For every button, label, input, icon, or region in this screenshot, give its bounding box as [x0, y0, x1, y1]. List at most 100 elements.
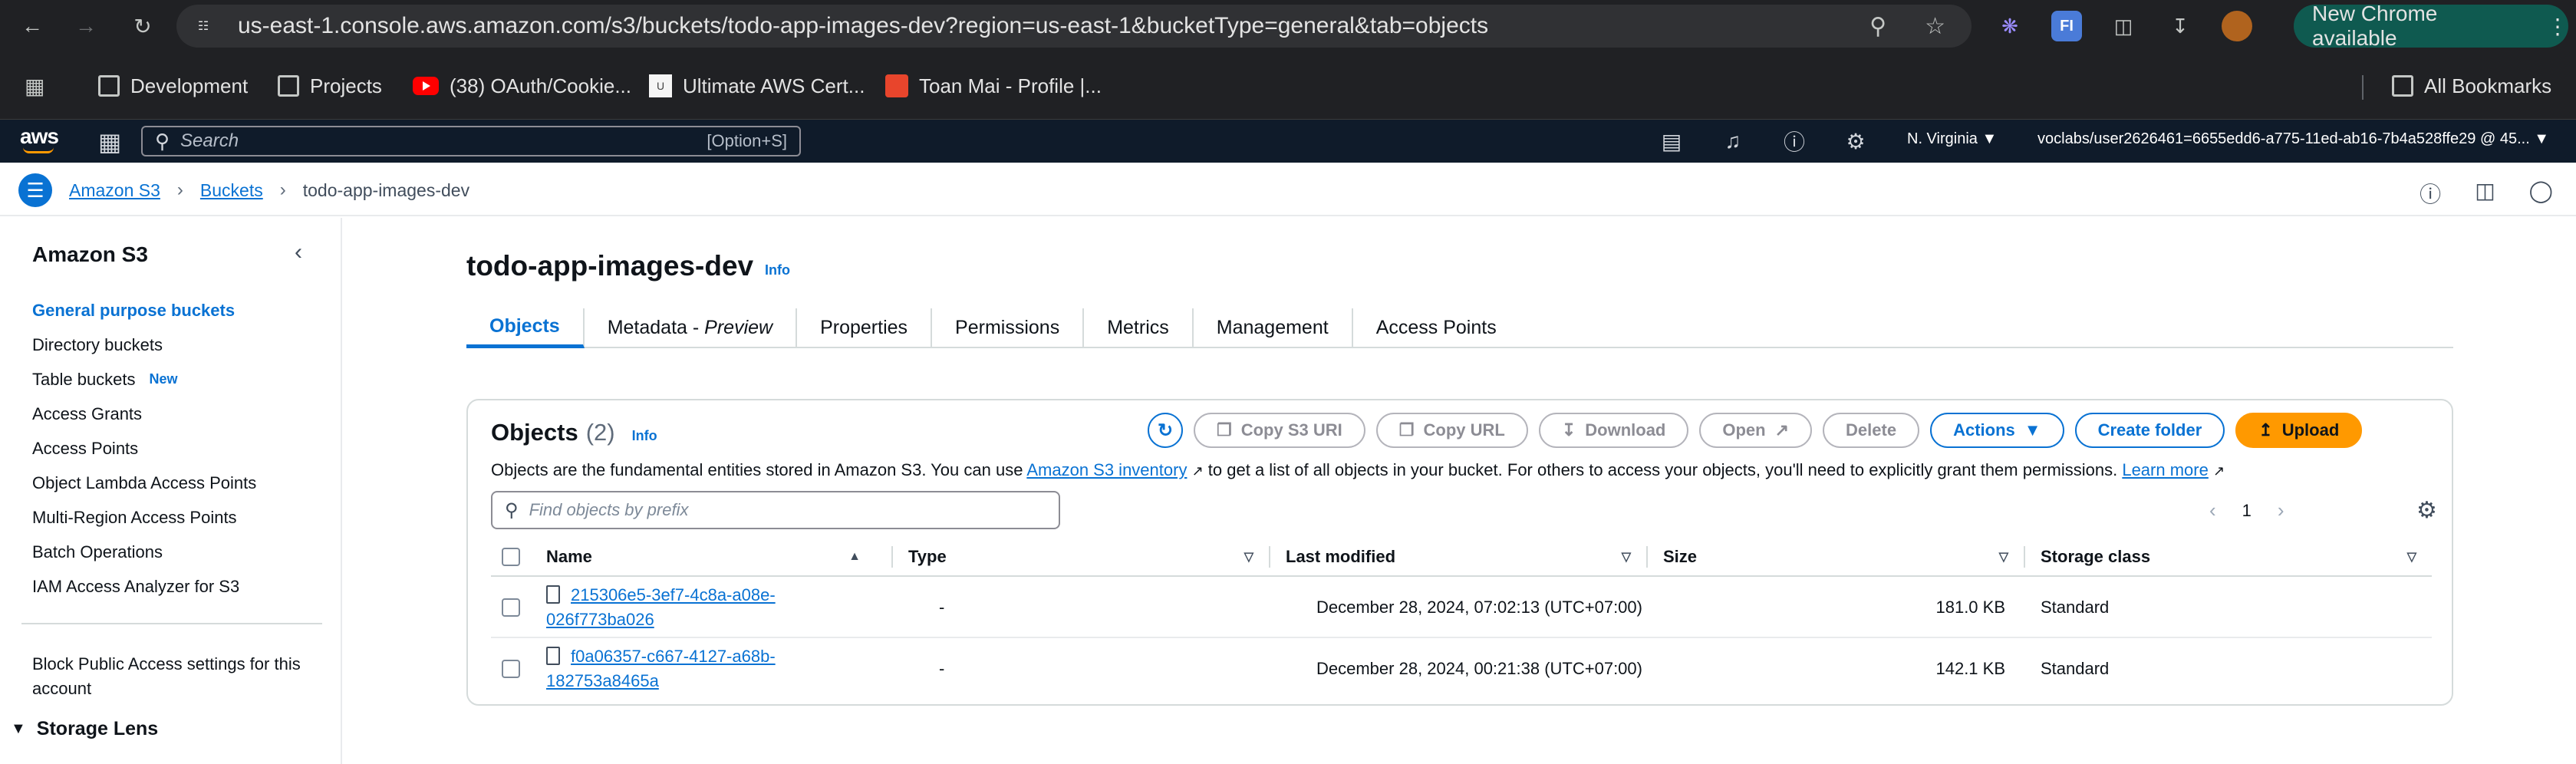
- services-grid-icon[interactable]: ▦: [98, 127, 121, 156]
- checkbox[interactable]: [502, 660, 520, 678]
- object-size: 181.0 KB: [1935, 598, 2005, 617]
- apps-grid-icon[interactable]: ▦: [25, 74, 48, 98]
- profile-avatar[interactable]: [2222, 11, 2252, 41]
- extension-gear-icon[interactable]: ❋: [1995, 11, 2025, 41]
- button-label: Download: [1585, 420, 1666, 440]
- breadcrumb-buckets[interactable]: Buckets: [200, 180, 263, 201]
- column-last-modified[interactable]: Last modified ▽: [1286, 537, 1646, 577]
- close-sidebar-icon[interactable]: ‹: [295, 239, 302, 265]
- objects-info-link[interactable]: Info: [632, 428, 657, 444]
- url-text[interactable]: us-east-1.console.aws.amazon.com/s3/buck…: [238, 13, 1488, 39]
- column-divider[interactable]: [1646, 546, 1648, 568]
- row-select[interactable]: [502, 638, 520, 700]
- sidebar-item-label: Access Points: [32, 438, 139, 458]
- column-storage-class[interactable]: Storage class ▽: [2041, 537, 2424, 577]
- help-icon[interactable]: ⓘ: [1784, 126, 1805, 156]
- extension-fi-icon[interactable]: FI: [2051, 11, 2082, 41]
- bookmark-oauth[interactable]: (38) OAuth/Cookie...: [413, 72, 631, 100]
- objects-heading: Objects: [491, 419, 578, 446]
- sidebar-item-batch-operations[interactable]: Batch Operations: [32, 535, 324, 569]
- star-icon[interactable]: ☆: [1925, 13, 1945, 40]
- column-size[interactable]: Size ▽: [1663, 537, 2024, 577]
- copy-url-button[interactable]: ❐ Copy URL: [1375, 413, 1528, 448]
- hamburger-menu-icon[interactable]: ☰: [18, 173, 52, 207]
- tab-management[interactable]: Management: [1194, 308, 1353, 347]
- sidebar-item-iam-access-analyzer[interactable]: IAM Access Analyzer for S3: [32, 569, 324, 604]
- bucket-info-link[interactable]: Info: [765, 262, 790, 278]
- sidebar-title[interactable]: Amazon S3: [32, 242, 148, 267]
- checkbox[interactable]: [502, 598, 520, 617]
- tab-permissions[interactable]: Permissions: [932, 308, 1085, 347]
- tab-access-points[interactable]: Access Points: [1353, 308, 1520, 347]
- feedback-icon[interactable]: ◯: [2529, 178, 2553, 209]
- upload-button[interactable]: ↥ Upload: [2235, 413, 2363, 448]
- s3-inventory-link[interactable]: Amazon S3 inventory: [1026, 460, 1187, 479]
- region-selector[interactable]: N. Virginia ▼: [1907, 130, 1997, 148]
- download-icon[interactable]: ↧: [2165, 11, 2196, 41]
- bookmark-all[interactable]: All Bookmarks: [2392, 72, 2551, 100]
- open-button[interactable]: Open ↗: [1699, 413, 1813, 448]
- bookmarks-bar: ▦ Development Projects (38) OAuth/Cookie…: [0, 52, 2576, 120]
- select-all-checkbox[interactable]: [502, 537, 520, 577]
- sidebar-item-object-lambda[interactable]: Object Lambda Access Points: [32, 466, 324, 500]
- split-panel-icon[interactable]: ◫: [2475, 178, 2495, 209]
- reload-button[interactable]: ↻: [127, 11, 158, 41]
- site-info-icon[interactable]: ☷: [192, 15, 215, 38]
- sidebar-item-access-grants[interactable]: Access Grants: [32, 397, 324, 431]
- breadcrumb-amazon-s3[interactable]: Amazon S3: [69, 180, 160, 201]
- bookmark-label: Toan Mai - Profile |...: [919, 74, 1102, 97]
- tab-objects[interactable]: Objects: [466, 308, 585, 348]
- bookmark-toan-mai[interactable]: Toan Mai - Profile |...: [885, 72, 1102, 100]
- cloudshell-icon[interactable]: ▤: [1661, 129, 1682, 154]
- learn-more-link[interactable]: Learn more: [2122, 460, 2209, 479]
- column-divider[interactable]: [2024, 546, 2025, 568]
- bookmark-development[interactable]: Development: [98, 72, 248, 100]
- sidebar-item-general-purpose-buckets[interactable]: General purpose buckets: [32, 293, 324, 328]
- settings-gear-icon[interactable]: ⚙: [1845, 129, 1866, 154]
- object-name-link[interactable]: 215306e5-3ef7-4c8a-a08e-026f773ba026: [546, 583, 807, 632]
- console-search[interactable]: ⚲ Search [Option+S]: [141, 126, 801, 156]
- column-divider[interactable]: [1269, 546, 1270, 568]
- table-settings-gear-icon[interactable]: ⚙: [2416, 497, 2437, 524]
- checkbox[interactable]: [502, 548, 520, 566]
- previous-page-icon[interactable]: ‹: [2209, 499, 2216, 522]
- copy-s3-uri-button[interactable]: ❐ Copy S3 URI: [1194, 413, 1365, 448]
- tab-metrics[interactable]: Metrics: [1084, 308, 1194, 347]
- sidebar-item-directory-buckets[interactable]: Directory buckets: [32, 328, 324, 362]
- next-page-icon[interactable]: ›: [2278, 499, 2284, 522]
- more-menu-icon[interactable]: ⋮: [2547, 14, 2568, 39]
- new-chrome-button[interactable]: New Chrome available ⋮: [2294, 2, 2568, 50]
- column-name[interactable]: Name ▲: [546, 537, 876, 577]
- bookmark-projects[interactable]: Projects: [278, 72, 382, 100]
- column-type[interactable]: Type ▽: [908, 537, 1269, 577]
- find-objects-input[interactable]: [529, 500, 1020, 520]
- sidebar-item-multi-region[interactable]: Multi-Region Access Points: [32, 500, 324, 535]
- account-menu[interactable]: voclabs/user2626461=6655edd6-a775-11ed-a…: [2037, 130, 2549, 148]
- extensions-puzzle-icon[interactable]: ◫: [2108, 11, 2139, 41]
- sidebar-item-label: Table buckets: [32, 369, 136, 389]
- zoom-icon[interactable]: ⚲: [1869, 13, 1886, 40]
- tab-metadata[interactable]: Metadata - Preview: [585, 308, 798, 347]
- sidebar-section-storage-lens[interactable]: ▼ Storage Lens: [11, 718, 158, 740]
- refresh-button[interactable]: ↻: [1148, 413, 1183, 448]
- object-name-link[interactable]: f0a06357-c667-4127-a68b-182753a8465a: [546, 644, 807, 693]
- current-page[interactable]: 1: [2242, 501, 2252, 521]
- sidebar-item-block-public-access[interactable]: Block Public Access settings for this ac…: [32, 652, 324, 701]
- bookmark-aws-cert[interactable]: U Ultimate AWS Cert...: [649, 72, 865, 100]
- column-divider[interactable]: [891, 546, 893, 568]
- address-bar[interactable]: ☷ us-east-1.console.aws.amazon.com/s3/bu…: [176, 5, 1972, 48]
- find-objects-search[interactable]: ⚲: [491, 491, 1060, 529]
- actions-button[interactable]: Actions ▼: [1930, 413, 2064, 448]
- sidebar-item-table-buckets[interactable]: Table buckets New: [32, 362, 324, 397]
- info-panel-icon[interactable]: ⓘ: [2420, 178, 2441, 209]
- back-button[interactable]: ←: [17, 11, 48, 41]
- aws-logo[interactable]: aws: [20, 124, 59, 153]
- delete-button[interactable]: Delete: [1823, 413, 1920, 448]
- create-folder-button[interactable]: Create folder: [2074, 413, 2225, 448]
- row-select[interactable]: [502, 577, 520, 638]
- forward-button[interactable]: →: [71, 11, 101, 41]
- notifications-bell-icon[interactable]: ♫: [1722, 129, 1744, 153]
- tab-properties[interactable]: Properties: [797, 308, 933, 347]
- download-button[interactable]: ↧ Download: [1538, 413, 1689, 448]
- sidebar-item-access-points[interactable]: Access Points: [32, 431, 324, 466]
